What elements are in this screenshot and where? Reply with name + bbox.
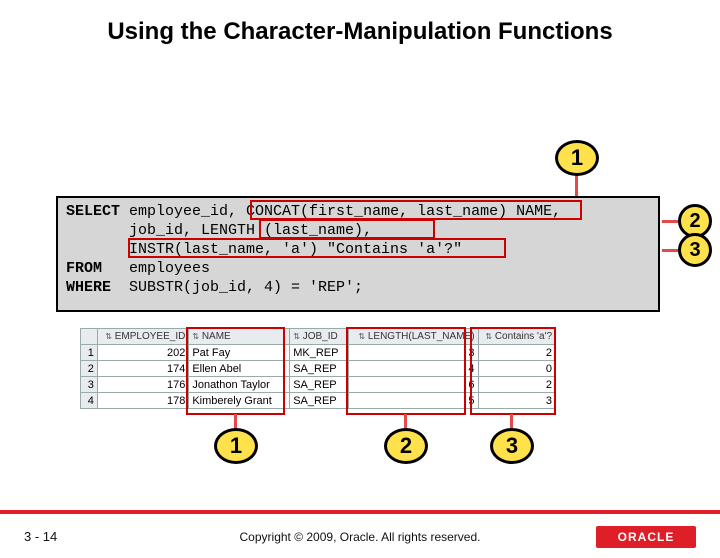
cell-rownum: 3 xyxy=(81,377,98,393)
callout-3-bottom: 3 xyxy=(490,428,534,464)
col-highlight-name xyxy=(186,327,285,415)
cell-empid: 176 xyxy=(97,377,189,393)
oracle-logo: ORACLE xyxy=(596,526,696,548)
cell-jobid: SA_REP xyxy=(290,377,349,393)
cell-rownum: 1 xyxy=(81,345,98,361)
code-text: employees xyxy=(102,260,210,277)
cell-jobid: SA_REP xyxy=(290,361,349,377)
col-job-id: ⇅ JOB_ID xyxy=(290,329,349,345)
col-employee-id: ⇅ EMPLOYEE_ID xyxy=(97,329,189,345)
cell-rownum: 2 xyxy=(81,361,98,377)
callout-2-bottom: 2 xyxy=(384,428,428,464)
cell-empid: 174 xyxy=(97,361,189,377)
cell-rownum: 4 xyxy=(81,393,98,409)
code-text xyxy=(66,241,129,258)
callout-3-right: 3 xyxy=(678,233,712,267)
kw-where: WHERE xyxy=(66,279,111,296)
col-highlight-contains xyxy=(470,327,556,415)
cell-empid: 202 xyxy=(97,345,189,361)
highlight-instr xyxy=(128,238,506,258)
cell-jobid: SA_REP xyxy=(290,393,349,409)
code-text: SUBSTR(job_id, 4) = 'REP'; xyxy=(111,279,363,296)
kw-from: FROM xyxy=(66,260,102,277)
footer: 3 - 14 Copyright © 2009, Oracle. All rig… xyxy=(0,514,720,558)
highlight-concat xyxy=(250,200,582,220)
page-title: Using the Character-Manipulation Functio… xyxy=(40,18,680,46)
code-text: employee_id, xyxy=(120,203,246,220)
col-highlight-length xyxy=(346,327,466,415)
cell-jobid: MK_REP xyxy=(290,345,349,361)
cell-empid: 178 xyxy=(97,393,189,409)
col-blank xyxy=(81,329,98,345)
code-text: job_id, xyxy=(66,222,201,239)
callout-1-bottom: 1 xyxy=(214,428,258,464)
callout-1-top: 1 xyxy=(555,140,599,176)
kw-select: SELECT xyxy=(66,203,120,220)
highlight-length xyxy=(259,219,435,239)
